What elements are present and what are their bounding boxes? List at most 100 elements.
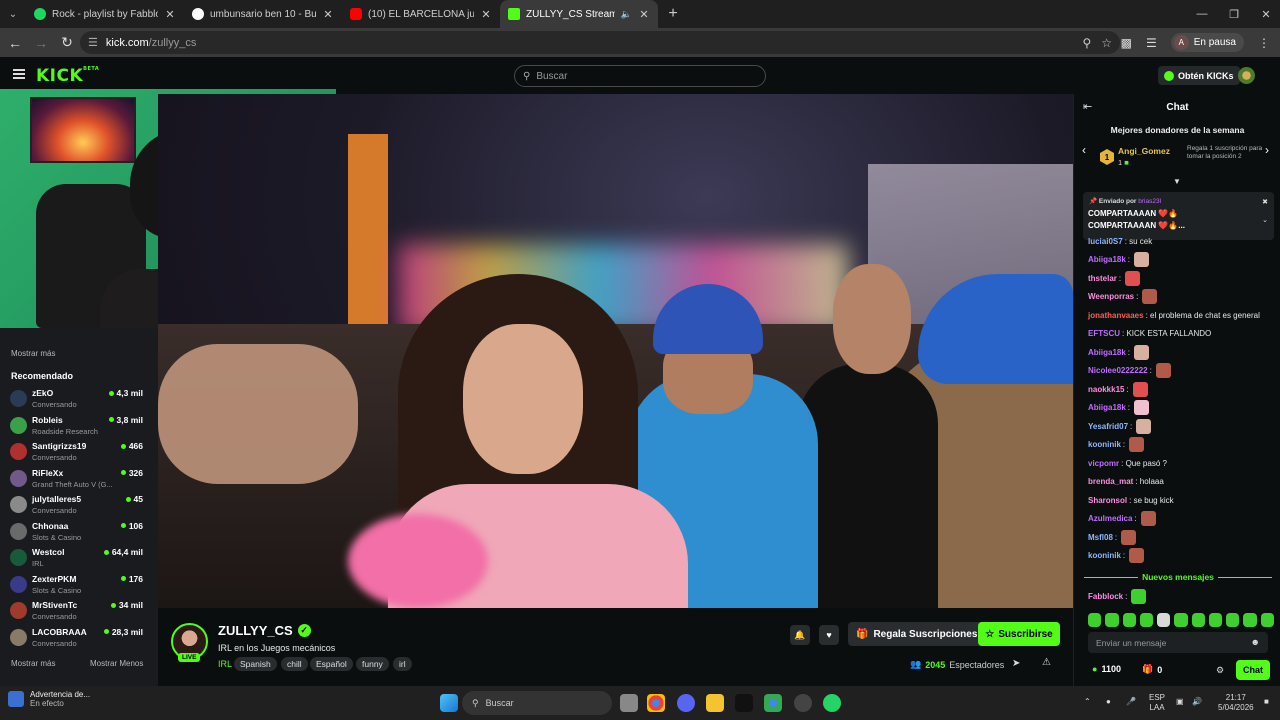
new-tab-button[interactable]: + (662, 3, 684, 25)
notification-icon[interactable]: ■ (1264, 697, 1269, 707)
chat-username[interactable]: Msfl08 (1088, 533, 1113, 542)
bookmark-star-icon[interactable]: ☆ (1101, 36, 1112, 50)
chat-username[interactable]: Azulmedica (1088, 514, 1132, 523)
chat-username[interactable]: Yesafrid07 (1088, 422, 1128, 431)
channel-name[interactable]: ZULLYY_CS ✓ (218, 623, 311, 638)
user-avatar[interactable] (1238, 67, 1255, 84)
speaker-icon[interactable]: 🔈 (621, 9, 632, 20)
browser-tab-google[interactable]: umbunsario ben 10 - Buscar co ✕ (184, 0, 342, 28)
tray-chevron-icon[interactable]: ⌃ (1084, 697, 1091, 707)
chrome-active-icon[interactable] (764, 694, 782, 712)
chat-username[interactable]: brenda_mat (1088, 477, 1133, 486)
emote-quick-bar[interactable] (1088, 613, 1274, 627)
address-bar[interactable]: ☰ kick.com /zullyy_cs ⚲ ☆ (80, 31, 1120, 54)
browser-tab-spotify[interactable]: Rock - playlist by Fabblock.Jn | ✕ (26, 0, 184, 28)
maximize-icon[interactable]: ❐ (1218, 0, 1250, 28)
site-info-icon[interactable]: ☰ (88, 36, 98, 49)
subs-count[interactable]: 🎁 0 (1142, 664, 1162, 675)
extensions-icon[interactable]: ▩ (1121, 36, 1132, 50)
back-arrow-icon[interactable]: ← (3, 31, 27, 55)
chevron-right-icon[interactable]: › (1265, 143, 1269, 157)
chrome-icon[interactable] (647, 694, 665, 712)
chat-username[interactable]: EFTSCU (1088, 329, 1120, 338)
microphone-icon[interactable]: 🎤 (1126, 697, 1136, 707)
chevron-down-icon[interactable]: ⌄ (1262, 216, 1268, 224)
clock[interactable]: 21:17 5/04/2026 (1218, 693, 1254, 713)
chat-username[interactable]: thstelar (1088, 274, 1117, 283)
sidebar-channel-item[interactable]: RiFleXx Grand Theft Auto V (G... 326 (0, 466, 158, 492)
show-less-link[interactable]: Mostrar Menos (90, 659, 143, 668)
taskbar-search[interactable]: ⚲ Buscar (462, 691, 612, 715)
follow-heart-icon[interactable]: ♥ (819, 625, 839, 645)
hamburger-menu-icon[interactable] (13, 69, 25, 79)
chat-input[interactable] (1096, 637, 1246, 648)
chat-username[interactable]: vicpomr (1088, 459, 1119, 468)
chat-username[interactable]: Abiiga18k (1088, 403, 1126, 412)
close-tab-icon[interactable]: ✕ (638, 8, 650, 21)
notification-bell-icon[interactable]: 🔔 (790, 625, 810, 645)
gift-subs-button[interactable]: 🎁 Regala Suscripciones (848, 622, 986, 646)
windows-start-icon[interactable] (440, 694, 458, 712)
search-box[interactable]: ⚲ (514, 65, 766, 87)
chat-username[interactable]: jonathanvaaes (1088, 311, 1144, 320)
sidebar-channel-item[interactable]: ZexterPKM Slots & Casino 176 (0, 572, 158, 598)
subscribe-button[interactable]: ☆ Suscribirse (978, 622, 1060, 646)
browser-tab-youtube[interactable]: (10) EL BARCELONA jugó un pa ✕ (342, 0, 500, 28)
reload-icon[interactable]: ↻ (55, 31, 79, 55)
send-chat-button[interactable]: Chat (1236, 660, 1270, 680)
show-more-link[interactable]: Mostrar más (11, 659, 55, 668)
chat-username[interactable]: Nicolee0222222 (1088, 366, 1148, 375)
close-tab-icon[interactable]: ✕ (322, 8, 334, 21)
kicks-balance[interactable]: ● 1100 (1092, 664, 1121, 674)
task-view-icon[interactable] (620, 694, 638, 712)
profile-button[interactable]: A En pausa (1170, 33, 1244, 52)
minimize-icon[interactable]: — (1186, 0, 1218, 28)
sidebar-channel-item[interactable]: Chhonaa Slots & Casino 106 (0, 519, 158, 545)
browser-tab-kick[interactable]: ZULLYY_CS Stream - Watch 🔈 ✕ (500, 0, 658, 28)
media-control-icon[interactable]: ☰ (1146, 36, 1157, 50)
sidebar-channel-item[interactable]: LACOBRAAA Conversando 28,3 mil (0, 625, 158, 651)
new-messages-divider[interactable]: Nuevos mensajes (1084, 572, 1272, 582)
chat-username[interactable]: Abiiga18k (1088, 348, 1126, 357)
volume-icon[interactable]: 🔊 (1192, 697, 1202, 707)
sidebar-channel-item[interactable]: Westcol IRL 64,4 mil (0, 545, 158, 571)
get-kicks-button[interactable]: Obtén KICKs (1158, 66, 1240, 85)
top-donor-name[interactable]: Angi_Gomez (1118, 146, 1170, 156)
unpin-icon[interactable]: ✖ (1262, 198, 1268, 206)
pinned-expand-icon[interactable]: ▼ (1173, 177, 1181, 186)
tag-pill[interactable]: funny (356, 657, 389, 671)
zoom-icon[interactable]: ⚲ (1082, 36, 1091, 50)
tiktok-icon[interactable] (735, 694, 753, 712)
search-input[interactable] (536, 70, 737, 82)
sidebar-channel-item[interactable]: Santigrizzs19 Conversando 466 (0, 439, 158, 465)
category-link[interactable]: IRL (218, 659, 232, 669)
tray-app-icon[interactable]: ● (1106, 697, 1111, 707)
whatsapp-icon[interactable] (823, 694, 841, 712)
close-tab-icon[interactable]: ✕ (164, 8, 176, 21)
chevron-left-icon[interactable]: ‹ (1082, 143, 1086, 157)
chat-username[interactable]: Abiiga18k (1088, 255, 1126, 264)
report-warning-icon[interactable]: ⚠ (1042, 657, 1051, 668)
show-more-followed-link[interactable]: Mostrar más (11, 349, 55, 358)
chat-username[interactable]: Sharonsol (1088, 496, 1127, 505)
chat-username[interactable]: kooninik (1088, 440, 1121, 449)
tab-search-button[interactable]: ⌄ (0, 0, 26, 28)
network-icon[interactable]: ▣ (1176, 697, 1184, 707)
steam-icon[interactable] (794, 694, 812, 712)
weather-widget[interactable]: Advertencia de... En efecto (8, 690, 90, 708)
chat-input-box[interactable]: ☻ (1088, 632, 1268, 653)
language-indicator[interactable]: ESP LAA (1149, 693, 1165, 713)
kick-logo[interactable]: KICKBETA (36, 66, 99, 86)
chat-username[interactable]: naokkk15 (1088, 385, 1124, 394)
sidebar-channel-item[interactable]: MrStivenTc Conversando 34 mil (0, 598, 158, 624)
sidebar-channel-item[interactable]: Robleis Roadside Research 3,8 mil (0, 413, 158, 439)
tag-pill[interactable]: irl (393, 657, 412, 671)
tag-pill[interactable]: Spanish (234, 657, 277, 671)
close-tab-icon[interactable]: ✕ (480, 8, 492, 21)
forward-arrow-icon[interactable]: → (29, 31, 53, 55)
close-window-icon[interactable]: ✕ (1250, 0, 1280, 28)
tag-pill[interactable]: Español (310, 657, 353, 671)
menu-kebab-icon[interactable]: ⋮ (1258, 36, 1270, 50)
emoji-picker-icon[interactable]: ☻ (1251, 637, 1260, 647)
chat-username[interactable]: kooninik (1088, 551, 1121, 560)
